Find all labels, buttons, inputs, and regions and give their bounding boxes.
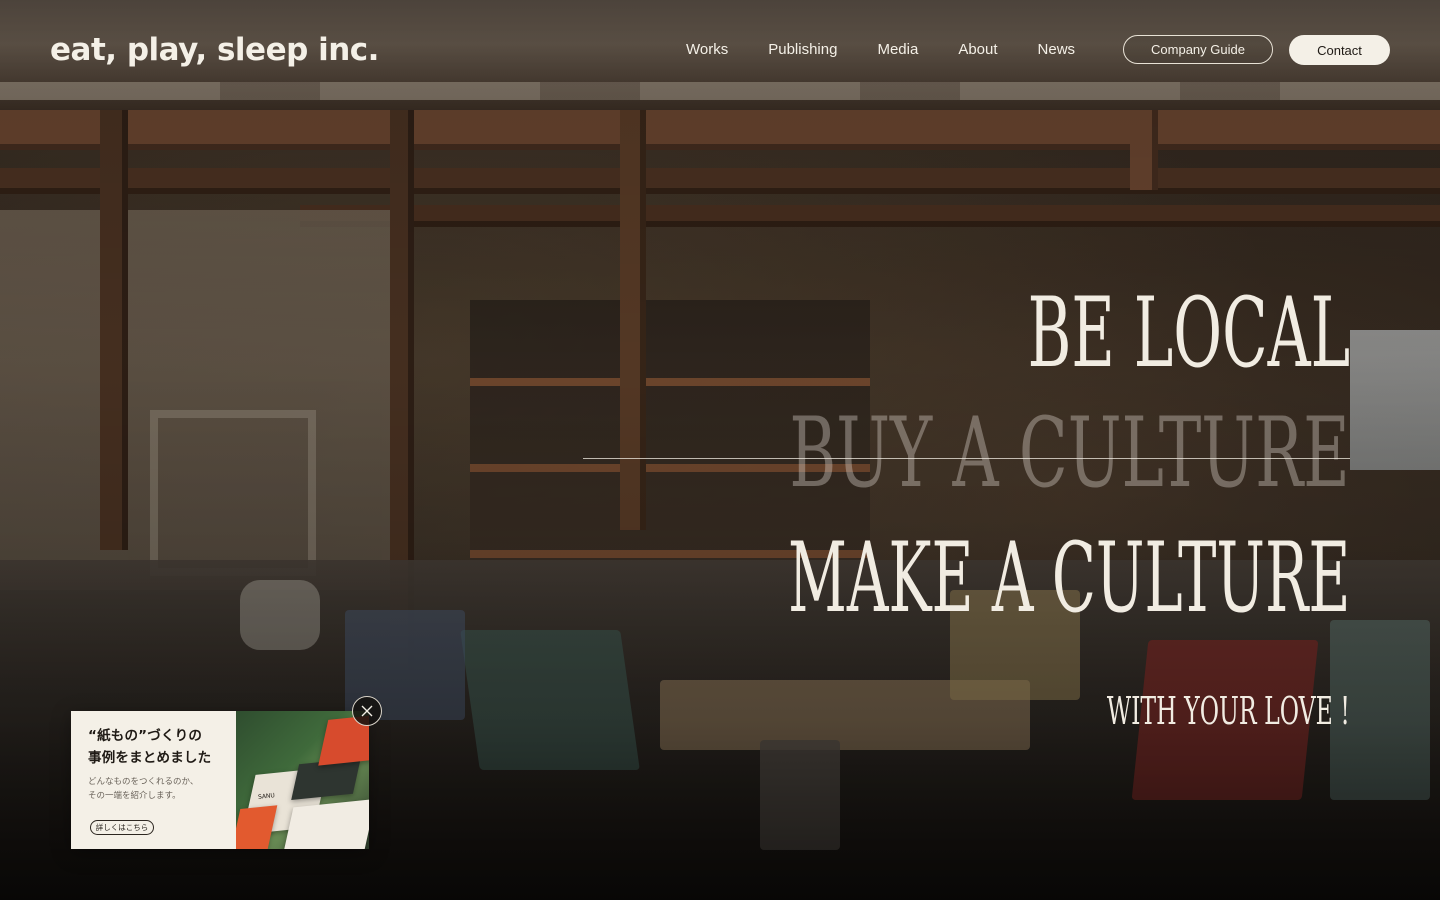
promo-title-line: 事例をまとめました bbox=[88, 750, 212, 766]
close-icon-glyph bbox=[361, 705, 373, 717]
nav-item-works[interactable]: Works bbox=[686, 40, 728, 60]
promo-description: どんなものをつくれるのか、 その一端を紹介します。 bbox=[88, 775, 236, 803]
main-nav: Works Publishing Media About News bbox=[686, 40, 1115, 60]
close-icon[interactable] bbox=[352, 696, 382, 726]
magazine-spread bbox=[280, 798, 369, 849]
nav-item-about[interactable]: About bbox=[958, 40, 997, 60]
promo-thumbnail: SANU bbox=[236, 711, 369, 849]
promo-desc-line: その一端を紹介します。 bbox=[88, 791, 181, 801]
headline-make-a-culture: MAKE A CULTURE bbox=[787, 522, 1350, 634]
promo-desc-line: どんなものをつくれるのか、 bbox=[88, 777, 199, 787]
nav-item-media[interactable]: Media bbox=[877, 40, 918, 60]
promo-title: “紙もの”づくりの 事例をまとめました bbox=[88, 725, 236, 769]
strikethrough-line bbox=[583, 458, 1350, 459]
company-guide-button[interactable]: Company Guide bbox=[1123, 35, 1273, 64]
nav-item-publishing[interactable]: Publishing bbox=[768, 40, 837, 60]
nav-item-news[interactable]: News bbox=[1038, 40, 1076, 60]
promo-text-block: “紙もの”づくりの 事例をまとめました どんなものをつくれるのか、 その一端を紹… bbox=[71, 711, 236, 849]
promo-title-line: “紙もの”づくりの bbox=[88, 728, 203, 744]
promo-details-button[interactable]: 詳しくはこちら bbox=[90, 820, 154, 835]
headline-be-local: BE LOCAL bbox=[1027, 277, 1350, 389]
headline-with-your-love: WITH YOUR LOVE ! bbox=[1107, 689, 1350, 733]
site-logo[interactable]: eat, play, sleep inc. bbox=[50, 32, 379, 68]
contact-button[interactable]: Contact bbox=[1289, 35, 1390, 65]
promo-card[interactable]: “紙もの”づくりの 事例をまとめました どんなものをつくれるのか、 その一端を紹… bbox=[71, 711, 369, 849]
headline-buy-a-culture: BUY A CULTURE bbox=[789, 397, 1350, 509]
magazine-cover bbox=[236, 805, 278, 849]
